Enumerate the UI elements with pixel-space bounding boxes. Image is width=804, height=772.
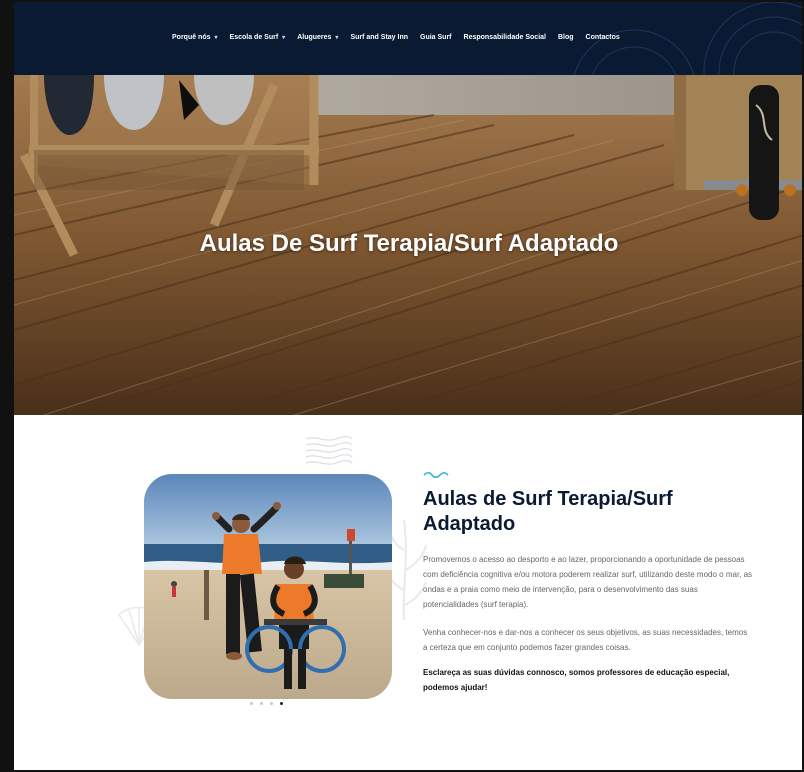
chevron-down-icon: ▾ bbox=[282, 35, 286, 41]
second-paragraph: Venha conhecer-nos e dar-nos a conhecer … bbox=[423, 628, 748, 652]
content-section: Aulas de Surf Terapia/Surf Adaptado Prom… bbox=[14, 415, 802, 770]
slider-dot[interactable] bbox=[270, 702, 273, 705]
wave-icon bbox=[423, 471, 449, 479]
slider-dot-active[interactable] bbox=[280, 702, 283, 705]
nav-item-surf-and-stay-inn[interactable]: Surf and Stay Inn bbox=[350, 34, 408, 41]
slider-dot[interactable] bbox=[250, 702, 253, 705]
nav-item-blog[interactable]: Blog bbox=[558, 34, 574, 41]
slider-dots bbox=[250, 702, 283, 705]
nav-item-guia-surf[interactable]: Guia Surf bbox=[420, 34, 452, 41]
nav-item-alugueres[interactable]: Alugueres ▾ bbox=[297, 34, 338, 41]
nav-menu: Porquê nós ▾ Escola de Surf ▾ Alugueres ▾ S… bbox=[172, 34, 632, 41]
hero-banner: Aulas De Surf Terapia/Surf Adaptado bbox=[14, 75, 802, 415]
section-title: Aulas de Surf Terapia/Surf Adaptado bbox=[423, 488, 673, 535]
nav-item-responsabilidade-social[interactable]: Responsabilidade Social bbox=[464, 34, 546, 41]
nav-item-porque-nos[interactable]: Porquê nós ▾ bbox=[172, 34, 218, 41]
nav-item-escola-de-surf[interactable]: Escola de Surf ▾ bbox=[230, 34, 286, 41]
page-frame: Porquê nós ▾ Escola de Surf ▾ Alugueres ▾ S… bbox=[0, 0, 804, 772]
top-navigation: Porquê nós ▾ Escola de Surf ▾ Alugueres ▾ S… bbox=[14, 2, 802, 75]
slider-photo[interactable] bbox=[144, 474, 392, 699]
chevron-down-icon: ▾ bbox=[335, 35, 339, 41]
nav-item-contactos[interactable]: Contactos bbox=[586, 34, 620, 41]
highlight-paragraph: Esclareça as suas dúvidas connosco, somo… bbox=[423, 668, 730, 692]
hero-title: Aulas De Surf Terapia/Surf Adaptado bbox=[199, 230, 619, 257]
slider-dot[interactable] bbox=[260, 702, 263, 705]
wave-lines-icon bbox=[305, 436, 353, 465]
chevron-down-icon: ▾ bbox=[214, 35, 218, 41]
surf-therapy-photo bbox=[144, 474, 392, 699]
intro-paragraph: Promovemos o acesso ao desporto e ao laz… bbox=[423, 555, 753, 609]
